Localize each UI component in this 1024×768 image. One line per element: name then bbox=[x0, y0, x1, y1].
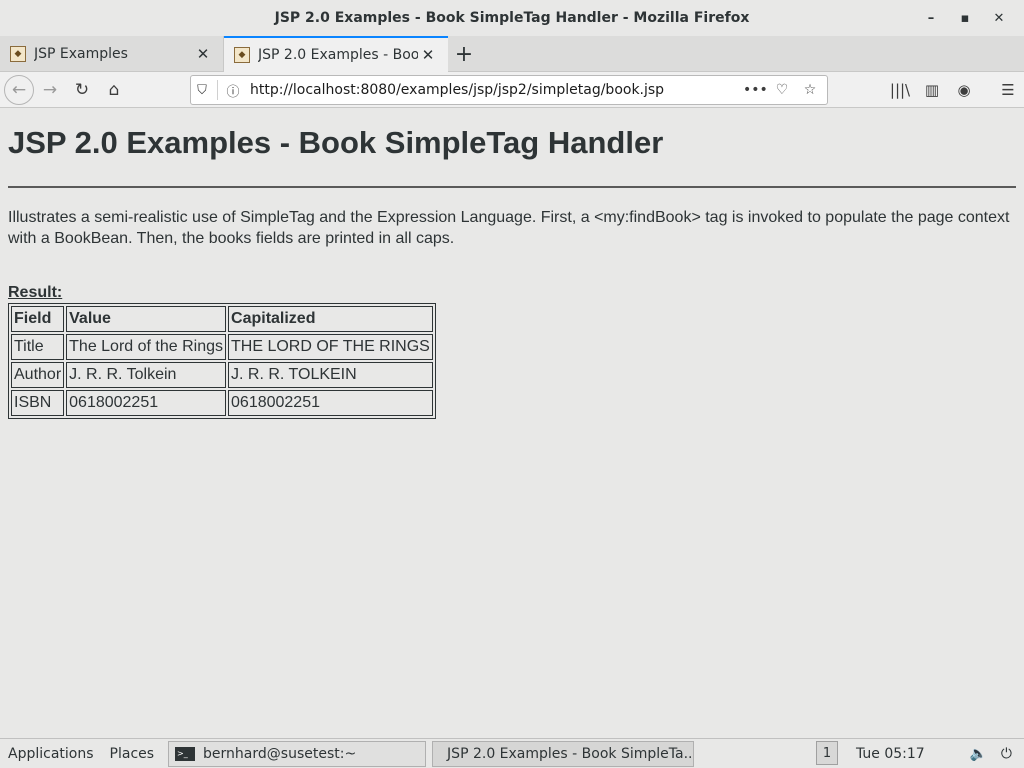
toolbar-right: |||\ ▥ ◉ ☰ bbox=[884, 72, 1024, 108]
applications-menu[interactable]: Applications bbox=[0, 746, 102, 762]
table-header-row: Field Value Capitalized bbox=[11, 306, 433, 332]
volume-icon[interactable]: 🔈 bbox=[969, 746, 986, 762]
table-cell: J. R. R. Tolkein bbox=[66, 362, 227, 388]
result-label: Result: bbox=[8, 284, 63, 301]
hamburger-menu-icon[interactable]: ☰ bbox=[992, 74, 1024, 106]
bookmark-star-icon[interactable]: ☆ bbox=[799, 82, 821, 98]
account-icon[interactable]: ◉ bbox=[948, 74, 980, 106]
page-title: JSP 2.0 Examples - Book SimpleTag Handle… bbox=[8, 125, 664, 160]
terminal-icon: >_ bbox=[175, 746, 196, 761]
url-text[interactable]: http://localhost:8080/examples/jsp/jsp2/… bbox=[244, 82, 743, 98]
tab-jsp-examples[interactable]: ◆ JSP Examples ✕ bbox=[0, 36, 224, 72]
close-window-button[interactable]: ✕ bbox=[982, 0, 1016, 36]
power-icon[interactable]: ⏻ bbox=[1001, 746, 1012, 762]
system-tray: 🔈 ⏻ bbox=[969, 739, 1012, 768]
task-label: JSP 2.0 Examples - Book SimpleTa... bbox=[447, 745, 695, 762]
book-table: Field Value Capitalized Title The Lord o… bbox=[8, 303, 436, 419]
page-actions-more-icon[interactable]: ••• bbox=[743, 82, 768, 98]
new-tab-button[interactable]: + bbox=[448, 36, 480, 72]
table-header-cell: Capitalized bbox=[228, 306, 433, 332]
tab-label: JSP 2.0 Examples - Book bbox=[258, 47, 418, 63]
tab-close-icon[interactable]: ✕ bbox=[193, 45, 213, 63]
table-cell: THE LORD OF THE RINGS bbox=[228, 334, 433, 360]
taskbar-firefox-window[interactable]: JSP 2.0 Examples - Book SimpleTa... bbox=[432, 740, 695, 767]
site-info-icon[interactable]: ⓘ bbox=[222, 76, 244, 104]
window-titlebar: JSP 2.0 Examples - Book SimpleTag Handle… bbox=[0, 0, 1024, 36]
home-button[interactable]: ⌂ bbox=[98, 74, 130, 106]
reload-button[interactable]: ↻ bbox=[66, 74, 98, 106]
table-cell: ISBN bbox=[11, 390, 65, 416]
table-cell: Author bbox=[11, 362, 65, 388]
back-button[interactable]: ← bbox=[4, 74, 34, 105]
pocket-icon[interactable]: ♡ bbox=[771, 82, 793, 98]
table-row: Title The Lord of the Rings THE LORD OF … bbox=[11, 334, 433, 360]
divider bbox=[8, 186, 1016, 188]
window-controls: – ▪ ✕ bbox=[914, 0, 1016, 36]
workspace-switcher[interactable]: 1 bbox=[816, 741, 838, 765]
page-content: JSP 2.0 Examples - Book SimpleTag Handle… bbox=[0, 108, 1024, 738]
maximize-button[interactable]: ▪ bbox=[948, 0, 982, 36]
task-label: bernhard@susetest:~ bbox=[203, 745, 357, 762]
library-icon[interactable]: |||\ bbox=[884, 74, 916, 106]
table-cell: The Lord of the Rings bbox=[66, 334, 227, 360]
table-row: ISBN 0618002251 0618002251 bbox=[11, 390, 433, 416]
table-cell: 0618002251 bbox=[228, 390, 433, 416]
clock[interactable]: Tue 05:17 bbox=[856, 739, 925, 768]
url-bar-actions: ••• ♡ ☆ bbox=[743, 82, 827, 98]
table-cell: 0618002251 bbox=[66, 390, 227, 416]
table-header-cell: Value bbox=[66, 306, 227, 332]
url-bar[interactable]: ⛉ ⓘ http://localhost:8080/examples/jsp/j… bbox=[190, 75, 828, 105]
table-cell: Title bbox=[11, 334, 65, 360]
forward-button[interactable]: → bbox=[34, 74, 66, 106]
tab-label: JSP Examples bbox=[34, 46, 128, 62]
tab-close-icon[interactable]: ✕ bbox=[418, 46, 438, 64]
places-menu[interactable]: Places bbox=[102, 746, 163, 762]
desktop-taskbar: Applications Places >_ bernhard@susetest… bbox=[0, 738, 1024, 768]
window-title: JSP 2.0 Examples - Book SimpleTag Handle… bbox=[274, 10, 750, 26]
tab-bar: ◆ JSP Examples ✕ ◆ JSP 2.0 Examples - Bo… bbox=[0, 36, 1024, 72]
table-row: Author J. R. R. Tolkein J. R. R. TOLKEIN bbox=[11, 362, 433, 388]
tracking-shield-icon[interactable]: ⛉ bbox=[191, 76, 213, 104]
sidebar-icon[interactable]: ▥ bbox=[916, 74, 948, 106]
table-header-cell: Field bbox=[11, 306, 65, 332]
minimize-button[interactable]: – bbox=[914, 0, 948, 36]
tomcat-favicon-icon: ◆ bbox=[234, 47, 250, 63]
table-cell: J. R. R. TOLKEIN bbox=[228, 362, 433, 388]
url-separator bbox=[217, 80, 218, 100]
tab-book-simpletag[interactable]: ◆ JSP 2.0 Examples - Book ✕ bbox=[224, 36, 448, 72]
tomcat-favicon-icon: ◆ bbox=[10, 46, 26, 62]
page-description: Illustrates a semi-realistic use of Simp… bbox=[8, 209, 1010, 247]
navigation-toolbar: ← → ↻ ⌂ ⛉ ⓘ http://localhost:8080/exampl… bbox=[0, 72, 1024, 108]
taskbar-terminal-window[interactable]: >_ bernhard@susetest:~ bbox=[168, 740, 427, 767]
